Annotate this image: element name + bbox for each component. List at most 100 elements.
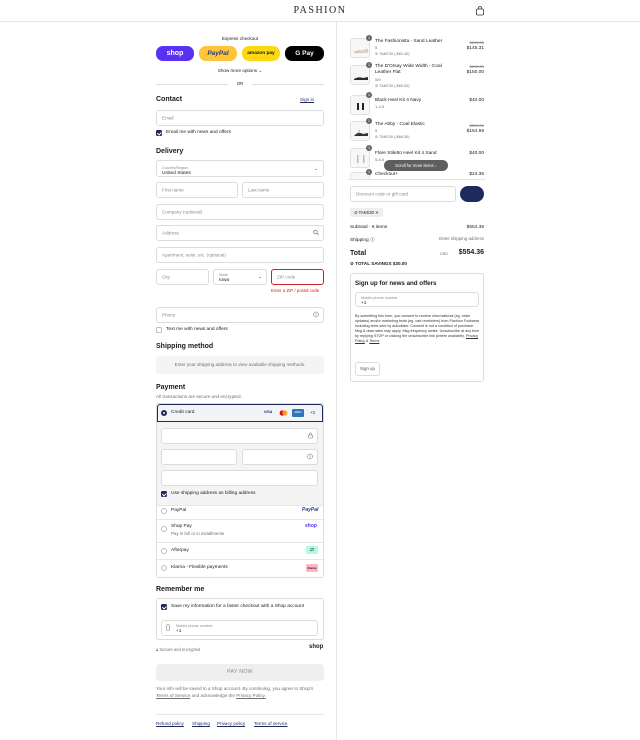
- privacy-policy-link[interactable]: Privacy policy: [217, 721, 245, 726]
- email-news-checkbox[interactable]: [156, 130, 162, 136]
- paypal-radio[interactable]: [161, 508, 167, 514]
- or-label: OR: [236, 81, 244, 86]
- card-number-field[interactable]: [161, 428, 318, 444]
- country-select[interactable]: Country/Region United States ⌄: [156, 160, 324, 177]
- first-name-field[interactable]: First name: [156, 182, 238, 198]
- text-news-label: Text me with news and offers: [166, 327, 228, 332]
- expiration-date-field[interactable]: [161, 449, 237, 465]
- remember-mobile-field[interactable]: Mobile phone number +1: [161, 620, 318, 636]
- payment-subtitle: All transactions are secure and encrypte…: [156, 394, 242, 399]
- company-field[interactable]: Company (optional): [156, 204, 324, 220]
- text-news-checkbox[interactable]: [156, 327, 162, 333]
- brand-logo[interactable]: PASHION: [0, 5, 640, 16]
- remember-me-title: Remember me: [156, 586, 205, 593]
- item-discount: ⊘ TAKE30 (-$62.40): [375, 52, 410, 56]
- chevron-down-icon: ⌄: [258, 274, 262, 279]
- name-on-card-field[interactable]: [161, 470, 318, 486]
- google-pay-express-button[interactable]: G Pay: [285, 46, 324, 61]
- afterpay-radio[interactable]: [161, 548, 167, 554]
- afterpay-label: Afterpay: [171, 548, 189, 553]
- item-variant: 5/9: [375, 77, 381, 82]
- credit-card-radio[interactable]: [161, 410, 167, 416]
- applied-discount-chip: ⊘ TAKE30 ✕: [350, 208, 383, 217]
- security-code-field[interactable]: ?: [242, 449, 318, 465]
- shipping-method-title: Shipping method: [156, 343, 214, 350]
- payment-row-divider: [157, 542, 323, 543]
- discount-code-field[interactable]: Discount code or gift card: [350, 186, 456, 202]
- signup-button[interactable]: Sign up: [355, 362, 380, 376]
- last-name-field[interactable]: Last name: [242, 182, 324, 198]
- shop-pay-logo-icon: shop: [305, 523, 317, 529]
- tag-icon: ⊘: [375, 52, 379, 56]
- help-circle-icon[interactable]: ⓘ: [370, 238, 375, 243]
- terms-of-service-link[interactable]: Terms of service: [254, 721, 287, 726]
- scroll-more-items-pill[interactable]: Scroll for more items ↓: [384, 160, 448, 171]
- shop-pay-sublabel: Pay in full or in installments: [171, 531, 225, 536]
- shipping-label: Shipping ⓘ: [350, 238, 375, 243]
- shop-terms-link[interactable]: Terms of Service: [156, 693, 190, 698]
- help-circle-icon[interactable]: ?: [307, 453, 313, 461]
- remove-discount-icon[interactable]: ✕: [375, 210, 379, 215]
- klarna-radio[interactable]: [161, 565, 167, 571]
- delivery-title: Delivery: [156, 148, 184, 155]
- address-field[interactable]: Address: [156, 225, 324, 241]
- item-variant: 5: [375, 45, 378, 50]
- shop-pay-radio[interactable]: [161, 526, 167, 532]
- refund-policy-link[interactable]: Refund policy: [156, 721, 184, 726]
- tag-icon: ⊘: [375, 84, 379, 88]
- email-field[interactable]: Email: [156, 110, 324, 126]
- apartment-field[interactable]: Apartment, suite, etc. (optional): [156, 247, 324, 263]
- paypal-express-button[interactable]: PayPal: [199, 46, 237, 61]
- shipping-policy-link[interactable]: Shipping: [192, 721, 210, 726]
- tag-icon: ⊘: [350, 261, 354, 266]
- product-thumbnail: [350, 65, 370, 85]
- sign-in-link[interactable]: Sign in: [300, 97, 314, 102]
- signup-mobile-field[interactable]: Mobile phone number +1: [355, 292, 479, 307]
- lock-icon: 🔒︎: [156, 647, 159, 652]
- shop-privacy-link[interactable]: Privacy Policy.: [236, 693, 266, 698]
- lock-icon: [308, 432, 313, 440]
- city-field[interactable]: City: [156, 269, 209, 285]
- item-name: Checkout+: [375, 172, 399, 177]
- afterpay-logo-icon: ⇄: [306, 546, 318, 554]
- email-news-label: Email me with news and offers: [166, 130, 231, 135]
- zip-code-field[interactable]: ZIP code: [271, 269, 324, 285]
- total-savings: ⊘ TOTAL SAVINGS $30.00: [350, 261, 407, 266]
- item-price: $154.69: [466, 129, 484, 134]
- arrow-down-icon: ↓: [434, 163, 437, 168]
- item-original-price: $208.00: [469, 40, 484, 45]
- product-thumbnail: [350, 95, 370, 115]
- klarna-logo-icon: Klarna: [306, 564, 318, 572]
- item-name: The Abby - Coal Elastic: [375, 122, 425, 127]
- signup-title: Sign up for news and offers: [355, 280, 437, 287]
- phone-icon: [166, 624, 170, 632]
- show-more-options-link[interactable]: Show more options ⌄: [156, 68, 324, 74]
- product-thumbnail: [350, 121, 370, 141]
- shop-pay-express-button[interactable]: shop: [156, 46, 194, 61]
- amazon-pay-express-button[interactable]: amazon pay: [242, 46, 280, 61]
- item-original-price: $221.00: [469, 123, 484, 128]
- apply-discount-button[interactable]: [460, 186, 484, 202]
- payment-row-divider: [157, 519, 323, 520]
- state-select[interactable]: State Iowa ⌄: [213, 269, 267, 285]
- mastercard-icon: [279, 410, 288, 416]
- payment-title: Payment: [156, 384, 186, 391]
- item-variant: 1-4.5: [375, 104, 385, 109]
- help-circle-icon[interactable]: ?: [313, 311, 319, 319]
- billing-same-checkbox[interactable]: [161, 491, 167, 497]
- quantity-badge: 1: [366, 35, 372, 41]
- save-info-label: Save my information for a faster checkou…: [171, 604, 305, 609]
- save-info-checkbox[interactable]: [161, 604, 167, 610]
- quantity-badge: 1: [366, 169, 372, 175]
- item-original-price: $210.00: [469, 64, 484, 69]
- shipping-method-message: Enter your shipping address to view avai…: [174, 362, 306, 367]
- signup-terms-link[interactable]: Terms: [369, 339, 379, 343]
- visa-icon: VISA: [264, 410, 273, 414]
- chevron-down-icon: ⌄: [314, 165, 318, 171]
- cart-bag-icon[interactable]: [475, 6, 485, 16]
- item-name: Flare Stiletto Heel Kit 4 Sand: [375, 151, 437, 156]
- pay-now-button[interactable]: PAY NOW: [156, 664, 324, 681]
- or-divider-right: [252, 84, 324, 85]
- shop-logo-icon: shop: [309, 644, 324, 650]
- phone-field[interactable]: Phone ?: [156, 307, 324, 323]
